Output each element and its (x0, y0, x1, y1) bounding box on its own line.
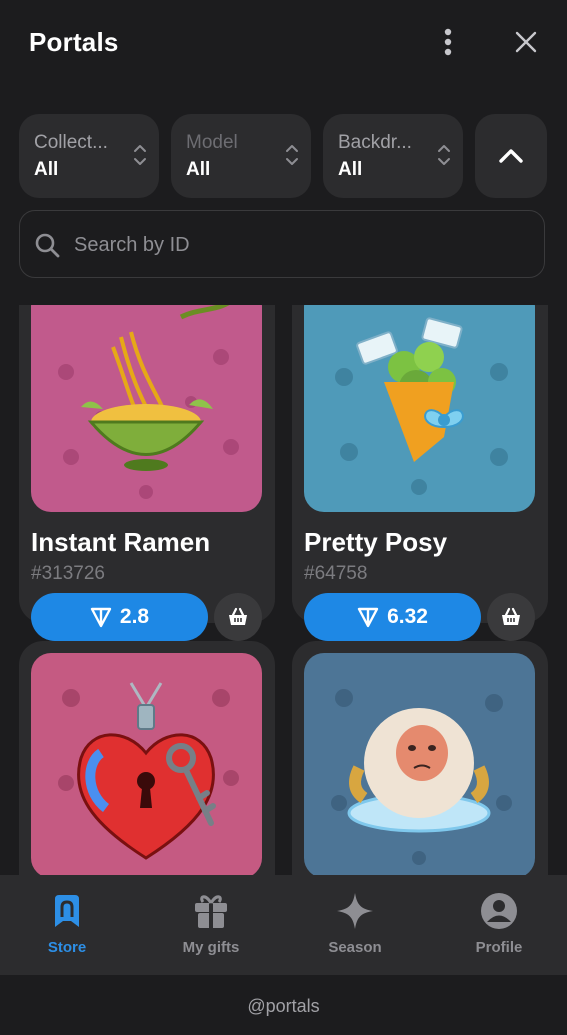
app-header: Portals (0, 0, 567, 90)
basket-icon (229, 607, 247, 625)
store-icon (55, 895, 79, 927)
filter-value: All (186, 159, 211, 180)
ton-icon (357, 607, 379, 628)
close-button[interactable] (508, 26, 544, 58)
search-box (19, 210, 545, 278)
add-to-cart-button[interactable] (214, 593, 262, 641)
collection-filter[interactable]: Collect... All (19, 114, 159, 198)
sparkle-icon (337, 893, 373, 929)
search-icon (35, 233, 60, 258)
add-to-cart-button[interactable] (487, 593, 535, 641)
basket-icon (502, 607, 520, 625)
tab-label: Season (328, 939, 382, 956)
chevron-up-down-icon (438, 145, 450, 165)
filter-value: All (34, 159, 59, 180)
gift-card[interactable]: Pretty Posy #64758 6.32 (292, 305, 548, 641)
tab-label: My gifts (182, 939, 240, 956)
gift-thumbnail[interactable] (31, 305, 262, 512)
ramen-bowl-icon (58, 305, 239, 499)
gift-number: #64758 (304, 563, 368, 584)
chevron-up-icon (499, 149, 523, 163)
tab-label: Store (47, 939, 87, 956)
more-menu-button[interactable] (430, 26, 466, 58)
backdrop-filter[interactable]: Backdr... All (323, 114, 463, 198)
footer: @portals (0, 975, 567, 1035)
tab-profile[interactable]: Profile (428, 875, 567, 975)
gift-icon (195, 895, 227, 928)
gift-card[interactable] (292, 641, 548, 875)
tab-my-gifts[interactable]: My gifts (140, 875, 282, 975)
tab-season[interactable]: Season (284, 875, 426, 975)
bot-handle: @portals (247, 996, 320, 1016)
bouquet-icon (335, 317, 508, 495)
collapse-filters-button[interactable] (475, 114, 547, 198)
filter-label: Backdr... (338, 132, 412, 153)
snow-monkey-icon (331, 689, 512, 865)
ton-icon (90, 607, 112, 628)
chevron-up-down-icon (286, 145, 298, 165)
price-label: 6.32 (387, 605, 428, 628)
price-label: 2.8 (119, 605, 150, 628)
gift-thumbnail[interactable] (304, 305, 535, 512)
tab-label: Profile (475, 939, 523, 956)
filter-label: Collect... (34, 132, 108, 153)
gift-thumbnail[interactable] (31, 653, 262, 875)
tab-store[interactable]: Store (0, 875, 138, 975)
gift-name: Instant Ramen (31, 527, 211, 557)
search-input[interactable] (72, 225, 516, 265)
more-vertical-icon (444, 28, 452, 56)
profile-icon (481, 893, 517, 929)
heart-lock-key-icon (58, 682, 239, 860)
filter-label: Model (186, 132, 238, 153)
gift-name: Pretty Posy (304, 527, 448, 557)
model-filter[interactable]: Model All (171, 114, 311, 198)
chevron-up-down-icon (134, 145, 146, 165)
gift-number: #313726 (31, 563, 105, 584)
gift-thumbnail[interactable] (304, 653, 535, 875)
gift-grid[interactable]: Instant Ramen #313726 2.8 Pretty Posy #6… (0, 305, 567, 875)
filter-value: All (338, 159, 363, 180)
buy-button[interactable]: 6.32 (304, 593, 481, 641)
tab-bar: Store My gifts Season Profile (0, 875, 567, 975)
gift-card[interactable] (19, 641, 275, 875)
close-icon (515, 31, 537, 53)
gift-card[interactable]: Instant Ramen #313726 2.8 (19, 305, 275, 641)
app-title: Portals (29, 27, 119, 57)
buy-button[interactable]: 2.8 (31, 593, 208, 641)
